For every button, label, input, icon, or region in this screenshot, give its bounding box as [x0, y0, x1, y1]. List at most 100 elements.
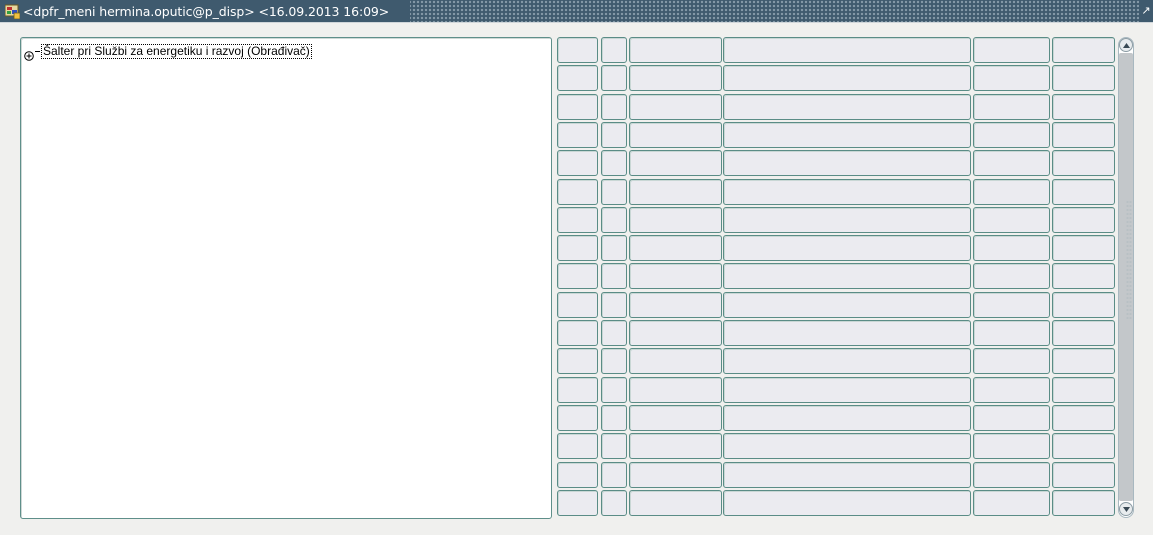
- scroll-up-icon[interactable]: [1119, 38, 1133, 52]
- grid-cell-col-3[interactable]: [629, 320, 722, 346]
- grid-cell-col-5[interactable]: [973, 37, 1050, 63]
- grid-cell-col-5[interactable]: [973, 292, 1050, 318]
- maximize-icon[interactable]: ↗: [1139, 0, 1153, 22]
- grid-cell-col-6[interactable]: [1052, 462, 1115, 488]
- grid-cell-col-4[interactable]: [723, 37, 971, 63]
- grid-cell-col-6[interactable]: [1052, 122, 1115, 148]
- grid-cell-col-1[interactable]: [557, 292, 598, 318]
- grid-cell-col-4[interactable]: [723, 263, 971, 289]
- grid-cell-col-3[interactable]: [629, 94, 722, 120]
- grid-cell-col-5[interactable]: [973, 433, 1050, 459]
- grid-cell-col-2[interactable]: [601, 235, 627, 261]
- grid-cell-col-1[interactable]: [557, 207, 598, 233]
- grid-cell-col-4[interactable]: [723, 94, 971, 120]
- grid-cell-col-1[interactable]: [557, 320, 598, 346]
- grid-cell-col-5[interactable]: [973, 377, 1050, 403]
- grid-cell-col-1[interactable]: [557, 235, 598, 261]
- grid-cell-col-3[interactable]: [629, 65, 722, 91]
- grid-cell-col-3[interactable]: [629, 235, 722, 261]
- grid-cell-col-3[interactable]: [629, 37, 722, 63]
- grid-cell-col-4[interactable]: [723, 207, 971, 233]
- grid-cell-col-2[interactable]: [601, 292, 627, 318]
- grid-cell-col-2[interactable]: [601, 405, 627, 431]
- grid-cell-col-3[interactable]: [629, 150, 722, 176]
- grid-cell-col-1[interactable]: [557, 377, 598, 403]
- grid-cell-col-3[interactable]: [629, 462, 722, 488]
- grid-cell-col-4[interactable]: [723, 235, 971, 261]
- grid-cell-col-3[interactable]: [629, 405, 722, 431]
- grid-cell-col-4[interactable]: [723, 348, 971, 374]
- grid-cell-col-2[interactable]: [601, 207, 627, 233]
- grid-cell-col-4[interactable]: [723, 377, 971, 403]
- grid-cell-col-1[interactable]: [557, 263, 598, 289]
- grid-cell-col-3[interactable]: [629, 490, 722, 516]
- grid-cell-col-6[interactable]: [1052, 292, 1115, 318]
- plus-box-icon[interactable]: [24, 46, 34, 61]
- window-titlebar[interactable]: <dpfr_meni hermina.oputic@p_disp> <16.09…: [0, 0, 1153, 23]
- grid-cell-col-1[interactable]: [557, 490, 598, 516]
- grid-cell-col-6[interactable]: [1052, 235, 1115, 261]
- grid-cell-col-2[interactable]: [601, 65, 627, 91]
- grid-cell-col-4[interactable]: [723, 292, 971, 318]
- grid-cell-col-2[interactable]: [601, 263, 627, 289]
- grid-cell-col-4[interactable]: [723, 490, 971, 516]
- grid-cell-col-5[interactable]: [973, 235, 1050, 261]
- grid-cell-col-1[interactable]: [557, 65, 598, 91]
- grid-cell-col-5[interactable]: [973, 263, 1050, 289]
- grid-cell-col-6[interactable]: [1052, 263, 1115, 289]
- grid-cell-col-6[interactable]: [1052, 65, 1115, 91]
- grid-cell-col-5[interactable]: [973, 348, 1050, 374]
- grid-cell-col-6[interactable]: [1052, 405, 1115, 431]
- grid-cell-col-5[interactable]: [973, 490, 1050, 516]
- grid-cell-col-1[interactable]: [557, 179, 598, 205]
- grid-cell-col-4[interactable]: [723, 179, 971, 205]
- grid-cell-col-3[interactable]: [629, 377, 722, 403]
- grid-cell-col-2[interactable]: [601, 462, 627, 488]
- grid-cell-col-5[interactable]: [973, 150, 1050, 176]
- grid-cell-col-2[interactable]: [601, 37, 627, 63]
- grid-cell-col-2[interactable]: [601, 320, 627, 346]
- grid-cell-col-2[interactable]: [601, 94, 627, 120]
- grid-cell-col-4[interactable]: [723, 150, 971, 176]
- grid-cell-col-6[interactable]: [1052, 150, 1115, 176]
- grid-cell-col-4[interactable]: [723, 320, 971, 346]
- grid-cell-col-6[interactable]: [1052, 377, 1115, 403]
- grid-cell-col-5[interactable]: [973, 65, 1050, 91]
- grid-cell-col-1[interactable]: [557, 348, 598, 374]
- grid-cell-col-6[interactable]: [1052, 207, 1115, 233]
- grid-cell-col-6[interactable]: [1052, 94, 1115, 120]
- grid-cell-col-5[interactable]: [973, 462, 1050, 488]
- tree-node-root[interactable]: Šalter pri Službi za energetiku i razvoj…: [24, 43, 312, 61]
- grid-cell-col-5[interactable]: [973, 122, 1050, 148]
- tree-node-label[interactable]: Šalter pri Službi za energetiku i razvoj…: [41, 43, 312, 59]
- grid-cell-col-1[interactable]: [557, 122, 598, 148]
- grid-cell-col-4[interactable]: [723, 405, 971, 431]
- grid-cell-col-1[interactable]: [557, 462, 598, 488]
- grid-cell-col-4[interactable]: [723, 462, 971, 488]
- grid-cell-col-2[interactable]: [601, 377, 627, 403]
- grid-cell-col-5[interactable]: [973, 405, 1050, 431]
- grid-cell-col-3[interactable]: [629, 207, 722, 233]
- grid-cell-col-4[interactable]: [723, 65, 971, 91]
- grid-cell-col-3[interactable]: [629, 433, 722, 459]
- grid-cell-col-2[interactable]: [601, 122, 627, 148]
- grid-cell-col-2[interactable]: [601, 179, 627, 205]
- grid-cell-col-6[interactable]: [1052, 433, 1115, 459]
- grid-cell-col-2[interactable]: [601, 348, 627, 374]
- grid-cell-col-5[interactable]: [973, 94, 1050, 120]
- grid-cell-col-2[interactable]: [601, 433, 627, 459]
- grid-cell-col-1[interactable]: [557, 94, 598, 120]
- grid-cell-col-6[interactable]: [1052, 348, 1115, 374]
- grid-cell-col-5[interactable]: [973, 207, 1050, 233]
- grid-cell-col-3[interactable]: [629, 122, 722, 148]
- scroll-down-icon[interactable]: [1119, 502, 1133, 516]
- grid-cell-col-4[interactable]: [723, 122, 971, 148]
- grid-cell-col-3[interactable]: [629, 348, 722, 374]
- grid-cell-col-6[interactable]: [1052, 490, 1115, 516]
- grid-cell-col-3[interactable]: [629, 292, 722, 318]
- grid-cell-col-6[interactable]: [1052, 179, 1115, 205]
- grid-cell-col-1[interactable]: [557, 433, 598, 459]
- grid-cell-col-2[interactable]: [601, 150, 627, 176]
- grid-cell-col-3[interactable]: [629, 263, 722, 289]
- grid-cell-col-5[interactable]: [973, 320, 1050, 346]
